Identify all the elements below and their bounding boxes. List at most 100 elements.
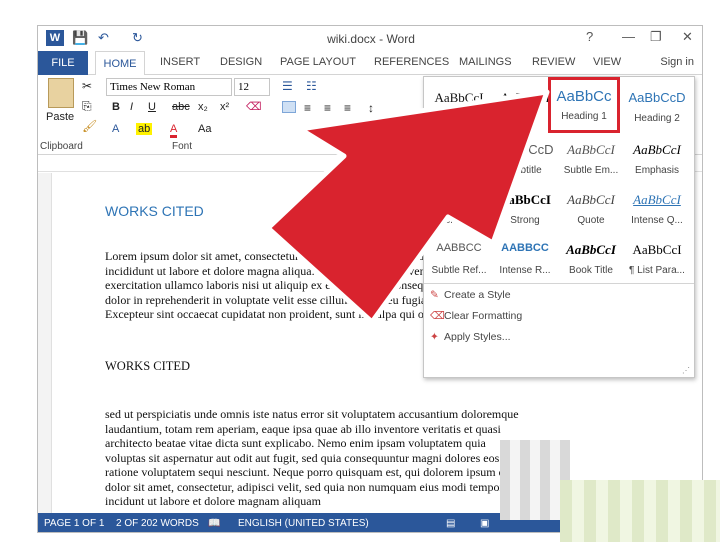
clear-format-icon[interactable]: ⌫ bbox=[246, 100, 262, 113]
style-name: Subtle Ref... bbox=[431, 265, 487, 276]
style-quote[interactable]: AaBbCcI Quote bbox=[558, 183, 624, 231]
title-bar: W 💾 ↶ ↻ wiki.docx - Word ? — ❐ ✕ bbox=[38, 26, 702, 51]
style-preview: AaBbCcD bbox=[628, 90, 686, 105]
bold-button[interactable]: B bbox=[112, 101, 120, 113]
numbering-icon[interactable]: ☷ bbox=[306, 79, 317, 93]
style-name: Emphasis bbox=[635, 165, 679, 176]
clear-formatting-item[interactable]: ⌫Clear Formatting bbox=[430, 310, 522, 322]
justify-icon[interactable]: ≡ bbox=[344, 101, 351, 115]
style-preview: AaBbCcI bbox=[498, 192, 551, 207]
tab-review[interactable]: REVIEW bbox=[532, 56, 575, 68]
style-preview: AABBCC bbox=[436, 242, 482, 254]
word-count[interactable]: 2 OF 202 WORDS bbox=[116, 518, 199, 529]
style-subtle-emphasis[interactable]: AaBbCcI Subtle Em... bbox=[558, 133, 624, 181]
restore-button[interactable]: ❐ bbox=[650, 29, 662, 45]
style-name: Intense R... bbox=[499, 265, 551, 276]
style-intense-emphasis[interactable]: AaBbCcI Intense E... bbox=[426, 183, 492, 231]
language-status[interactable]: ENGLISH (UNITED STATES) bbox=[238, 518, 369, 529]
bullets-icon[interactable]: ☰ bbox=[282, 79, 293, 93]
tab-file[interactable]: FILE bbox=[38, 51, 88, 75]
tab-insert[interactable]: INSERT bbox=[160, 56, 200, 68]
style-name: Heading 1 bbox=[561, 111, 607, 122]
style-name: Subtitle bbox=[508, 165, 542, 176]
style-name: Book Title bbox=[569, 265, 613, 276]
tab-mailings[interactable]: MAILINGS bbox=[459, 56, 512, 68]
style-list-paragraph[interactable]: AaBbCcI ¶ List Para... bbox=[624, 233, 690, 281]
style-subtitle[interactable]: AaBbCcD Subtitle bbox=[492, 133, 558, 181]
style-name: Heading 2 bbox=[634, 113, 680, 124]
copy-icon[interactable]: ⎘ bbox=[82, 99, 92, 114]
apply-styles-item[interactable]: ✦ Apply Styles... bbox=[430, 331, 511, 343]
style-title[interactable]: AaB Title bbox=[426, 133, 492, 181]
text-effects-button[interactable]: A bbox=[112, 123, 119, 135]
cut-icon[interactable]: ✂ bbox=[82, 79, 92, 93]
style-subtle-reference[interactable]: AABBCC Subtle Ref... bbox=[426, 233, 492, 281]
style-intense-quote[interactable]: AaBbCcI Intense Q... bbox=[624, 183, 690, 231]
paste-icon[interactable] bbox=[48, 78, 74, 108]
menu-item-label: Create a Style bbox=[444, 289, 511, 301]
tab-view[interactable]: VIEW bbox=[593, 56, 621, 68]
style-book-title[interactable]: AaBbCcI Book Title bbox=[558, 233, 624, 281]
highlight-icon[interactable]: ab bbox=[136, 123, 153, 135]
proofing-icon[interactable]: 📖 bbox=[208, 518, 220, 529]
word-window: W 💾 ↶ ↻ wiki.docx - Word ? — ❐ ✕ FILE HO… bbox=[37, 25, 703, 533]
change-case-button[interactable]: Aa bbox=[198, 123, 211, 135]
tab-page-layout[interactable]: PAGE LAYOUT bbox=[280, 56, 356, 68]
tab-design[interactable]: DESIGN bbox=[220, 56, 262, 68]
doc-heading-1: WORKS CITED bbox=[105, 203, 204, 219]
help-button[interactable]: ? bbox=[586, 29, 593, 44]
style-preview: AaBbCcI bbox=[434, 90, 484, 105]
style-normal[interactable]: AaBbCcI bbox=[426, 81, 492, 129]
read-mode-icon[interactable]: ▤ bbox=[446, 518, 455, 529]
watermark-patch bbox=[560, 480, 720, 542]
subscript-button[interactable]: x₂ bbox=[198, 101, 208, 113]
resize-grip-icon[interactable]: ⋰ bbox=[682, 366, 690, 375]
underline-button[interactable]: U bbox=[148, 101, 156, 113]
font-color-button[interactable]: A bbox=[170, 123, 178, 138]
style-preview: AaBbCcD bbox=[496, 142, 554, 157]
paste-button[interactable]: Paste bbox=[46, 111, 74, 123]
tab-references[interactable]: REFERENCES bbox=[374, 56, 449, 68]
minimize-button[interactable]: — bbox=[622, 29, 635, 44]
styles-gallery: AaBbCcI AaBbCcI AaBbCc Heading 1 AaBbCcD… bbox=[423, 76, 695, 378]
tab-home[interactable]: HOME bbox=[95, 51, 145, 76]
style-name: Strong bbox=[510, 215, 540, 226]
close-button[interactable]: ✕ bbox=[682, 29, 693, 45]
font-name-box[interactable]: Times New Roman bbox=[106, 78, 232, 96]
align-right-icon[interactable]: ≡ bbox=[324, 101, 331, 115]
align-center-icon[interactable]: ≡ bbox=[304, 101, 311, 115]
italic-button[interactable]: I bbox=[130, 101, 133, 113]
style-heading-1[interactable]: AaBbCc Heading 1 bbox=[548, 77, 620, 133]
style-preview: AABBCC bbox=[501, 242, 549, 254]
format-painter-icon[interactable]: 🖌 bbox=[82, 119, 97, 133]
style-preview: AaBbCcI bbox=[435, 192, 483, 207]
style-preview: AaBbCcI bbox=[633, 142, 681, 157]
print-layout-icon[interactable]: ▣ bbox=[480, 518, 489, 529]
font-size-box[interactable]: 12 bbox=[234, 78, 270, 96]
clear-formatting-icon: ⌫ bbox=[430, 310, 445, 322]
style-preview: AaBbCc bbox=[556, 88, 612, 105]
apply-styles-icon: ✦ bbox=[430, 331, 439, 343]
style-preview: AaBbCcI bbox=[632, 242, 682, 257]
vertical-ruler bbox=[38, 173, 52, 513]
window-title: wiki.docx - Word bbox=[327, 32, 415, 46]
style-preview: AaBbCcI bbox=[633, 192, 681, 207]
style-preview: AaB bbox=[441, 142, 477, 160]
sign-in-link[interactable]: Sign in bbox=[660, 56, 694, 68]
line-spacing-icon[interactable]: ↕ bbox=[368, 101, 374, 115]
clipboard-group-label: Clipboard bbox=[40, 141, 83, 152]
style-name: Intense E... bbox=[433, 215, 485, 226]
create-style-icon: ✎ bbox=[430, 289, 439, 301]
superscript-button[interactable]: x² bbox=[220, 101, 229, 113]
style-intense-reference[interactable]: AABBCC Intense R... bbox=[492, 233, 558, 281]
style-heading-2[interactable]: AaBbCcD Heading 2 bbox=[624, 81, 690, 129]
style-emphasis[interactable]: AaBbCcI Emphasis bbox=[624, 133, 690, 181]
style-name: Quote bbox=[577, 215, 605, 226]
style-strong[interactable]: AaBbCcI Strong bbox=[492, 183, 558, 231]
create-style-item[interactable]: ✎ Create a Style bbox=[430, 289, 511, 301]
page-count[interactable]: PAGE 1 OF 1 bbox=[44, 518, 104, 529]
style-name: Subtle Em... bbox=[563, 165, 619, 176]
align-left-icon[interactable] bbox=[282, 101, 296, 113]
doc-paragraph-2: sed ut perspiciatis unde omnis iste natu… bbox=[105, 407, 520, 508]
strikethrough-button[interactable]: abc bbox=[172, 101, 190, 113]
